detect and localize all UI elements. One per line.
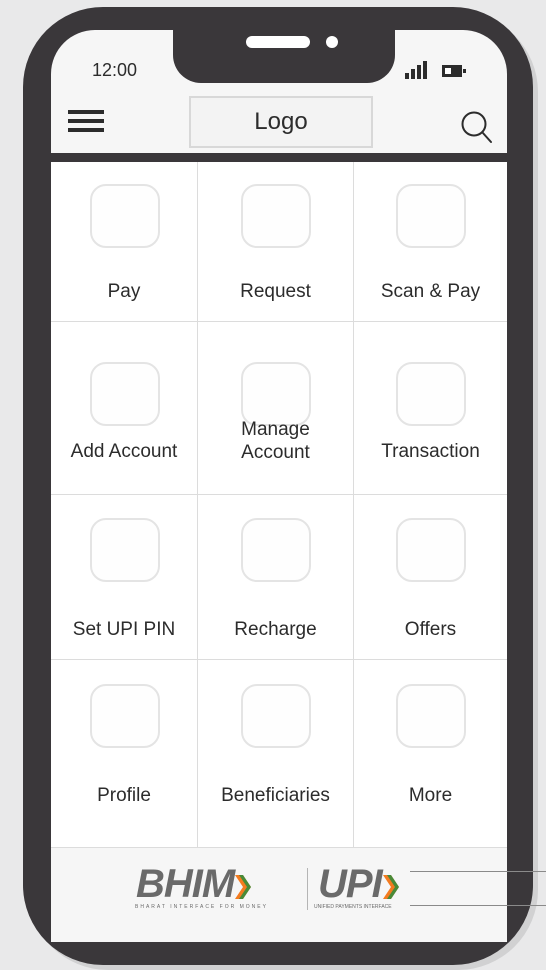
grid-item-label: Scan & Pay [380,281,481,302]
grid-item-icon [241,684,311,748]
signal-icon [405,61,431,79]
grid-item-label: Pay [107,281,141,302]
callout-line-bottom [410,905,546,906]
app-bar-divider [51,153,507,162]
grid-item-offers[interactable]: Offers [354,495,507,660]
bhim-chevron-icon [235,875,252,899]
bhim-tagline: BHARAT INTERFACE FOR MONEY [135,904,268,910]
grid-item-icon [90,184,160,248]
grid-item-icon [396,518,466,582]
grid-item-request[interactable]: Request [198,162,354,322]
upi-logo: UPI [318,864,399,904]
grid-item-transaction[interactable]: Transaction [354,322,507,495]
upi-tagline: UNIFIED PAYMENTS INTERFACE [314,904,392,910]
grid-item-add-account[interactable]: Add Account [51,322,198,495]
grid-item-icon [90,518,160,582]
grid-item-label: Profile [97,785,151,806]
grid-item-scan-pay[interactable]: Scan & Pay [354,162,507,322]
app-logo: Logo [189,96,373,148]
grid-item-icon [241,362,311,426]
grid-item-pay[interactable]: Pay [51,162,198,322]
grid-item-label: Transaction [381,441,480,462]
grid-item-label: Manage Account [241,419,310,463]
grid-item-icon [90,684,160,748]
footer [51,848,507,942]
grid-item-label: Set UPI PIN [72,619,176,640]
logo-divider [307,868,308,910]
upi-logo-text: UPI [318,862,383,906]
grid-item-label: More [408,785,453,806]
menu-icon[interactable] [68,110,104,132]
grid-item-profile[interactable]: Profile [51,660,198,848]
callout-line-top [410,871,546,872]
grid-item-label: Recharge [234,619,317,640]
grid-item-set-upi-pin[interactable]: Set UPI PIN [51,495,198,660]
grid-item-recharge[interactable]: Recharge [198,495,354,660]
grid-item-beneficiaries[interactable]: Beneficiaries [198,660,354,848]
action-grid: Pay Request Scan & Pay Add Account Manage Ac… [51,162,507,848]
bhim-logo-text: BHIM [136,862,235,906]
grid-item-icon [396,184,466,248]
grid-item-icon [396,362,466,426]
grid-item-label: Beneficiaries [221,785,330,806]
status-time: 12:00 [92,60,138,80]
grid-item-label: Request [240,281,311,302]
search-icon[interactable] [459,109,493,145]
upi-chevron-icon [382,875,399,899]
camera-icon [326,36,338,48]
battery-icon [442,65,468,77]
grid-item-label: Offers [404,619,457,640]
grid-item-icon [90,362,160,426]
grid-item-label: Add Account [70,441,178,462]
grid-item-icon [241,184,311,248]
speaker-icon [246,36,310,48]
bhim-logo: BHIM [136,862,252,906]
grid-item-manage-account[interactable]: Manage Account [198,322,354,495]
grid-item-icon [396,684,466,748]
grid-item-icon [241,518,311,582]
grid-item-more[interactable]: More [354,660,507,848]
